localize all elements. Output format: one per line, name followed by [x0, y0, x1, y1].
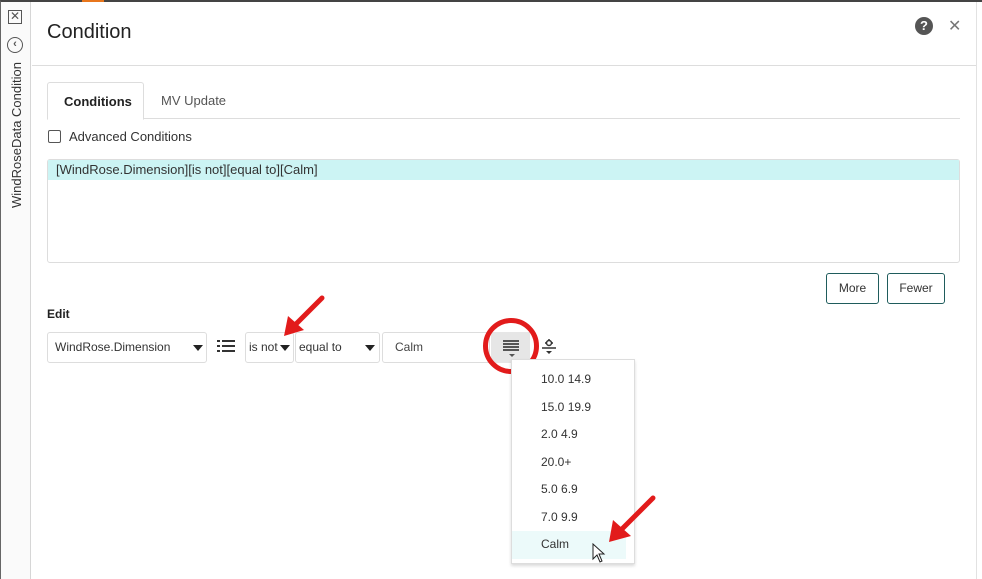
value-input[interactable]: Calm	[382, 332, 490, 363]
panel-right-border	[976, 2, 977, 579]
advanced-conditions-label: Advanced Conditions	[69, 129, 192, 144]
field-select-value: WindRose.Dimension	[55, 340, 171, 354]
field-select[interactable]: WindRose.Dimension	[47, 332, 207, 363]
close-icon[interactable]: ✕	[948, 16, 961, 36]
active-tab-indicator	[82, 0, 104, 2]
side-panel-label: WindRoseData Condition	[9, 62, 24, 208]
fewer-button[interactable]: Fewer	[887, 273, 945, 304]
annotation-arrow-1	[284, 295, 325, 336]
chevron-down-icon	[193, 345, 203, 351]
more-button[interactable]: More	[826, 273, 879, 304]
advanced-conditions-checkbox[interactable]	[48, 130, 61, 143]
side-panel: ✕ ‹ WindRoseData Condition	[1, 2, 31, 579]
tab-mv-update[interactable]: MV Update	[145, 82, 242, 119]
header-divider	[32, 65, 976, 66]
page-title: Condition	[47, 21, 132, 43]
dropdown-item[interactable]: 10.0 14.9	[512, 366, 634, 394]
condition-row[interactable]: [WindRose.Dimension][is not][equal to][C…	[48, 160, 959, 180]
dropdown-item[interactable]: 15.0 19.9	[512, 394, 634, 422]
close-box-icon[interactable]: ✕	[8, 10, 22, 24]
dropdown-item[interactable]: 2.0 4.9	[512, 421, 634, 449]
mouse-cursor-icon	[592, 543, 606, 563]
tab-bar: Conditions MV Update	[47, 82, 960, 120]
chevron-down-icon	[365, 345, 375, 351]
list-icon[interactable]	[217, 338, 235, 354]
operator-select-value: equal to	[299, 340, 342, 354]
annotation-arrow-2	[609, 495, 656, 542]
negation-select-value: is not	[249, 340, 278, 354]
chevron-down-icon	[280, 345, 290, 351]
conditions-list[interactable]: [WindRose.Dimension][is not][equal to][C…	[47, 159, 960, 263]
tab-conditions[interactable]: Conditions	[47, 82, 144, 120]
edit-label: Edit	[47, 307, 70, 321]
help-icon[interactable]: ?	[915, 17, 933, 35]
dropdown-item[interactable]: 20.0+	[512, 449, 634, 477]
filter-settings-icon[interactable]	[540, 338, 558, 356]
advanced-conditions[interactable]: Advanced Conditions	[48, 129, 192, 144]
